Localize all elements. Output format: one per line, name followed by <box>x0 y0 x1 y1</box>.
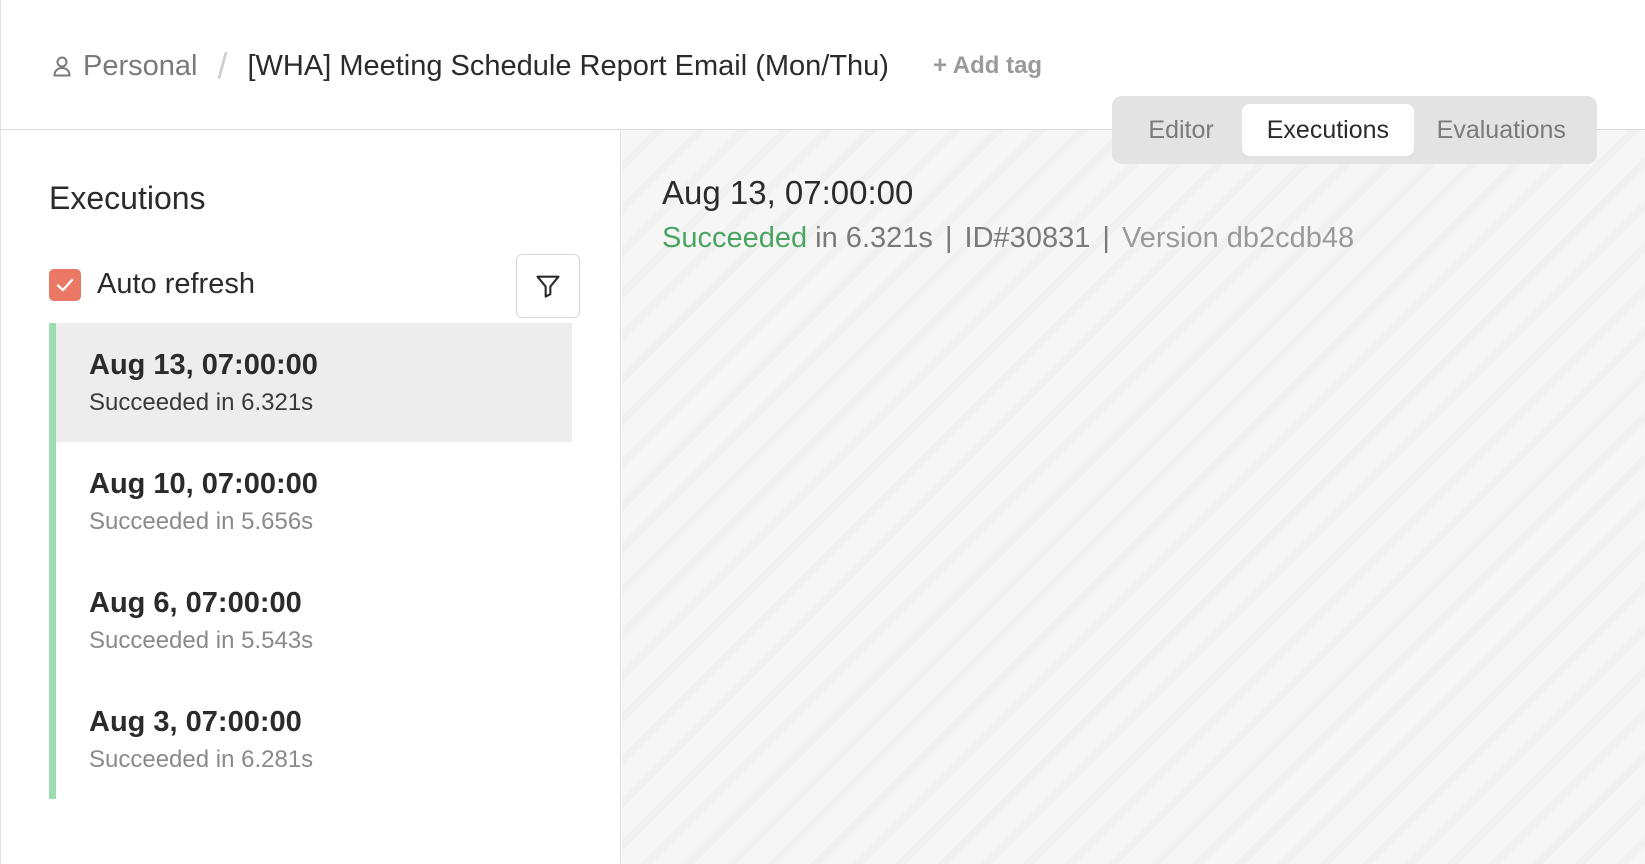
sidebar-title: Executions <box>49 180 206 216</box>
detail-meta: Succeeded in 6.321s | ID#30831 | Version… <box>662 222 1354 255</box>
tab-evaluations[interactable]: Evaluations <box>1414 104 1589 156</box>
tab-executions[interactable]: Executions <box>1242 104 1414 156</box>
breadcrumb: Personal / [WHA] Meeting Schedule Report… <box>51 44 1042 88</box>
auto-refresh-label: Auto refresh <box>97 268 255 300</box>
filter-button[interactable] <box>516 254 580 318</box>
execution-item[interactable]: Aug 10, 07:00:00 Succeeded in 5.656s <box>49 442 572 561</box>
execution-item[interactable]: Aug 13, 07:00:00 Succeeded in 6.321s <box>49 323 572 442</box>
detail-status: Succeeded <box>662 222 808 254</box>
execution-detail-panel: Aug 13, 07:00:00 Succeeded in 6.321s | I… <box>622 130 1645 864</box>
auto-refresh-checkbox[interactable] <box>49 268 81 301</box>
auto-refresh-toggle[interactable]: Auto refresh <box>49 268 255 301</box>
execution-item[interactable]: Aug 3, 07:00:00 Succeeded in 6.281s <box>49 680 572 799</box>
tab-editor[interactable]: Editor <box>1120 104 1242 156</box>
filter-icon <box>536 275 560 298</box>
execution-date: Aug 13, 07:00:00 <box>89 349 318 381</box>
meta-divider: | <box>1102 222 1110 254</box>
add-tag-button[interactable]: + Add tag <box>933 52 1042 80</box>
execution-status: Succeeded in 6.281s <box>89 746 314 773</box>
detail-version: Version db2cdb48 <box>1113 222 1355 254</box>
detail-duration: in 6.321s <box>807 222 941 254</box>
execution-list: Aug 13, 07:00:00 Succeeded in 6.321s Aug… <box>49 323 572 799</box>
meta-divider: | <box>944 222 953 254</box>
executions-sidebar: Executions Auto refresh Aug 13, 07:00:00… <box>1 130 621 864</box>
check-icon <box>56 278 74 291</box>
execution-item[interactable]: Aug 6, 07:00:00 Succeeded in 5.543s <box>49 561 572 680</box>
view-tabs: Editor Executions Evaluations <box>1112 96 1597 164</box>
detail-id: ID#30831 <box>956 222 1099 254</box>
execution-date: Aug 10, 07:00:00 <box>89 468 318 500</box>
person-icon <box>51 54 73 78</box>
execution-date: Aug 6, 07:00:00 <box>89 587 302 619</box>
execution-date: Aug 3, 07:00:00 <box>89 706 302 738</box>
execution-status: Succeeded in 5.543s <box>89 627 314 654</box>
detail-date: Aug 13, 07:00:00 <box>662 174 914 211</box>
workflow-title[interactable]: [WHA] Meeting Schedule Report Email (Mon… <box>247 50 888 83</box>
execution-status: Succeeded in 6.321s <box>89 389 314 416</box>
execution-status: Succeeded in 5.656s <box>89 508 314 535</box>
breadcrumb-separator: / <box>217 45 228 86</box>
breadcrumb-personal[interactable]: Personal <box>83 50 197 83</box>
app-window: Personal / [WHA] Meeting Schedule Report… <box>0 0 1645 864</box>
